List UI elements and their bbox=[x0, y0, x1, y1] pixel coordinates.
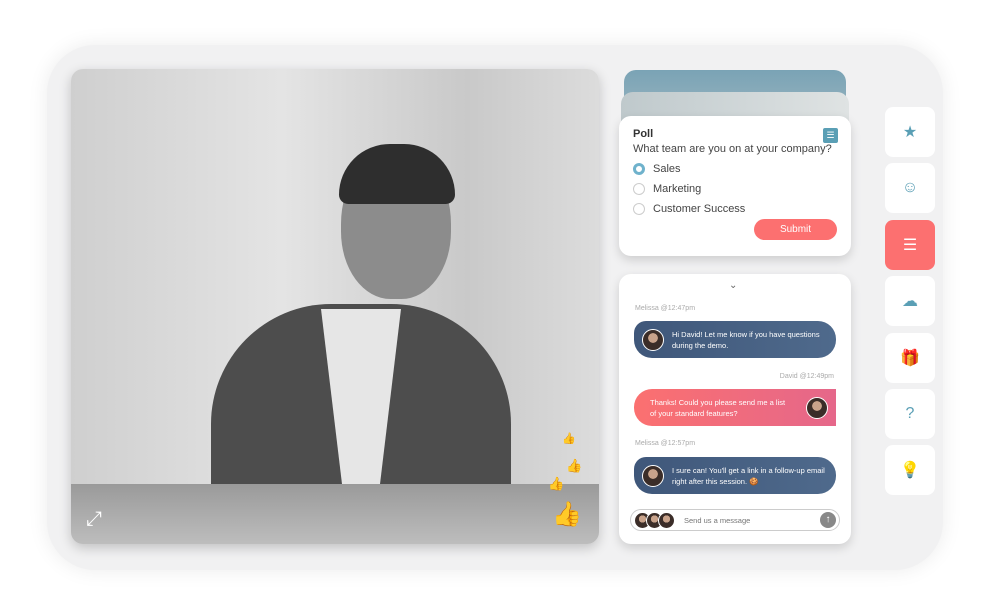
thumbs-up-icon: 👍 bbox=[566, 458, 583, 473]
sidebar-gift[interactable]: 🎁 bbox=[885, 333, 935, 383]
message-input[interactable] bbox=[684, 515, 814, 525]
chevron-down-icon[interactable]: ⌄ bbox=[729, 280, 737, 291]
avatar bbox=[642, 328, 664, 351]
option-label: Sales bbox=[653, 163, 681, 175]
radio-selected[interactable] bbox=[633, 163, 645, 175]
message-bubble: Thanks! Could you please send me a list … bbox=[634, 389, 836, 426]
question-icon: ? bbox=[905, 405, 915, 422]
brain-icon: ☁ bbox=[902, 293, 918, 310]
poll-option-sales[interactable]: Sales bbox=[633, 163, 837, 175]
poll-card: ☰ Poll What team are you on at your comp… bbox=[619, 116, 851, 256]
poll-list-icon: ☰ bbox=[823, 128, 838, 143]
sidebar-chat[interactable]: ☺ bbox=[885, 163, 935, 213]
avatar bbox=[642, 464, 664, 487]
avatar bbox=[806, 396, 828, 419]
star-icon: ★ bbox=[902, 124, 918, 141]
message-text: Thanks! Could you please send me a list … bbox=[650, 397, 786, 418]
option-label: Customer Success bbox=[653, 203, 746, 215]
poll-list-icon: ☰ bbox=[902, 237, 918, 254]
message-meta: Melissa @12:57pm bbox=[635, 440, 696, 447]
sidebar-star[interactable]: ★ bbox=[885, 107, 935, 157]
video-feed[interactable] bbox=[71, 69, 599, 544]
message-text: Hi David! Let me know if you have questi… bbox=[672, 329, 820, 350]
thumbs-up-icon[interactable]: 👍 bbox=[552, 500, 582, 529]
poll-option-marketing[interactable]: Marketing bbox=[633, 183, 837, 195]
poll-option-customer-success[interactable]: Customer Success bbox=[633, 203, 837, 215]
sidebar-brain[interactable]: ☁ bbox=[885, 276, 935, 326]
thumbs-up-icon: 👍 bbox=[548, 476, 565, 491]
sidebar-question[interactable]: ? bbox=[885, 389, 935, 439]
send-arrow-icon[interactable]: ↑ bbox=[820, 512, 836, 528]
radio[interactable] bbox=[633, 183, 645, 195]
lightbulb-icon: 💡 bbox=[900, 462, 920, 479]
message-meta: David @12:49pm bbox=[779, 373, 834, 380]
avatar bbox=[658, 511, 675, 529]
presenter-hair bbox=[339, 144, 455, 204]
message-text: I sure can! You'll get a link in a follo… bbox=[672, 465, 825, 486]
poll-title: Poll bbox=[633, 128, 654, 140]
chat-panel: ⌄ Melissa @12:47pm Hi David! Let me know… bbox=[619, 274, 851, 544]
option-label: Marketing bbox=[653, 183, 702, 195]
sidebar-lightbulb[interactable]: 💡 bbox=[885, 445, 935, 495]
poll-question: What team are you on at your company? bbox=[633, 143, 832, 155]
radio[interactable] bbox=[633, 203, 645, 215]
expand-icon[interactable]: ⤢ bbox=[86, 508, 102, 531]
thumbs-up-icon: 👍 bbox=[562, 433, 576, 445]
chat-smile-icon: ☺ bbox=[901, 179, 919, 196]
message-bubble: Hi David! Let me know if you have questi… bbox=[634, 321, 836, 358]
gift-icon: 🎁 bbox=[900, 350, 920, 367]
message-bubble: I sure can! You'll get a link in a follo… bbox=[634, 457, 836, 494]
desk bbox=[71, 484, 599, 544]
message-input-bar[interactable]: ↑ bbox=[630, 509, 840, 531]
sidebar-poll[interactable]: ☰ bbox=[885, 220, 935, 270]
submit-button[interactable]: Submit bbox=[754, 219, 837, 240]
message-meta: Melissa @12:47pm bbox=[635, 305, 696, 312]
